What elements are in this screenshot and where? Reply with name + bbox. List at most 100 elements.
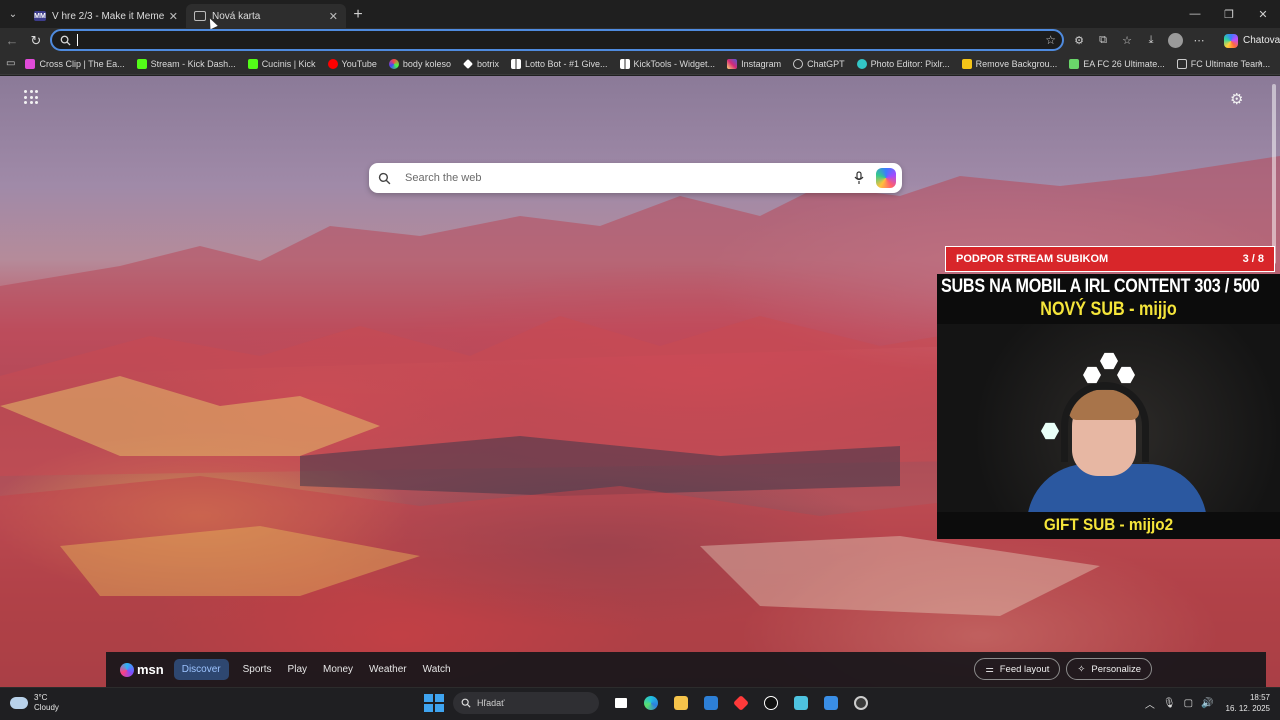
tab-discover[interactable]: Discover — [173, 659, 229, 680]
close-icon[interactable]: ✕ — [329, 10, 338, 23]
back-icon[interactable]: ← — [0, 29, 24, 53]
bookmark-label: Cucinis | Kick — [261, 58, 316, 69]
tab-money[interactable]: Money — [323, 664, 353, 675]
tab-make-it-meme[interactable]: MM V hre 2/3 - Make it Meme ✕ — [26, 4, 186, 28]
bookmark-item[interactable]: Stream - Kick Dash... — [136, 58, 236, 69]
browser-toolbar: ← ↻ ☆ ⚙ ⧉ ☆ ⤓ ⋯ Chatovať — [0, 28, 1280, 53]
new-tab-button[interactable]: + — [346, 3, 370, 27]
task-view-icon[interactable] — [609, 691, 633, 715]
file-explorer-icon[interactable] — [669, 691, 693, 715]
extensions-icon[interactable]: ⚙ — [1068, 30, 1090, 52]
network-icon[interactable]: ▢ — [1184, 698, 1193, 709]
stream-overlay: PODPOR STREAM SUBIKOM 3 / 8 SUBS NA MOBI… — [937, 246, 1280, 539]
headset-icon — [1061, 382, 1149, 462]
bookmark-item[interactable]: ChatGPT — [793, 58, 845, 69]
bookmark-item[interactable]: Photo Editor: Pixlr... — [856, 58, 950, 69]
chevron-right-icon[interactable]: › — [1258, 57, 1262, 69]
obs-icon[interactable] — [849, 691, 873, 715]
windows-start-icon[interactable] — [423, 693, 444, 713]
tab-watch[interactable]: Watch — [423, 664, 451, 675]
split-screen-icon[interactable]: ⧉ — [1092, 30, 1114, 52]
tab-play[interactable]: Play — [288, 664, 307, 675]
scrollbar-thumb[interactable] — [1272, 84, 1276, 264]
sidebar-toggle-icon[interactable]: ▭ — [6, 58, 15, 69]
chevron-up-icon[interactable]: ︿ — [1145, 696, 1155, 711]
bookmark-label: YouTube — [341, 58, 377, 69]
msn-logo[interactable]: msn — [120, 662, 164, 677]
refresh-icon[interactable]: ↻ — [24, 29, 48, 53]
search-input[interactable]: Search the web — [399, 172, 848, 184]
weather-widget[interactable]: 3°C Cloudy — [10, 693, 59, 713]
notepad-icon[interactable] — [789, 691, 813, 715]
volume-icon[interactable]: 🔊 — [1201, 698, 1213, 709]
tab-strip: ⌄ MM V hre 2/3 - Make it Meme ✕ Nová kar… — [0, 0, 1280, 28]
bookmark-label: Photo Editor: Pixlr... — [870, 58, 950, 69]
favorites-icon[interactable]: ☆ — [1116, 30, 1138, 52]
bookmark-item[interactable]: body koleso — [388, 58, 451, 69]
tab-actions-icon[interactable]: ⌄ — [0, 0, 26, 28]
bookmark-item[interactable]: botrix — [463, 59, 499, 69]
favorite-star-icon[interactable]: ☆ — [1045, 33, 1056, 47]
sub-goal-banner: PODPOR STREAM SUBIKOM 3 / 8 — [945, 246, 1275, 272]
taskbar-search-placeholder: Hľadať — [477, 698, 505, 708]
feed-layout-label: Feed layout — [999, 663, 1050, 675]
avatar — [1167, 33, 1183, 48]
close-icon[interactable]: ✕ — [169, 10, 178, 23]
weather-desc: Cloudy — [34, 703, 59, 712]
app-launcher-icon[interactable] — [24, 90, 38, 104]
personalize-button[interactable]: ✧ Personalize — [1066, 658, 1152, 680]
ea-fc-icon — [1069, 58, 1080, 69]
tiktok-icon[interactable] — [759, 691, 783, 715]
bookmark-label: botrix — [476, 58, 499, 69]
more-menu-icon[interactable]: ⋯ — [1188, 30, 1210, 52]
msn-logo-text: msn — [137, 662, 164, 677]
microphone-icon[interactable]: 🎙 — [1163, 698, 1176, 709]
instagram-icon — [727, 58, 738, 69]
bookmark-item[interactable]: YouTube — [327, 58, 377, 69]
restore-icon[interactable]: ❐ — [1212, 0, 1246, 28]
windows-taskbar: 3°C Cloudy Hľadať ︿ 🎙 ▢ 🔊 18:57 16. 12. … — [0, 687, 1280, 720]
bookmark-item[interactable]: Instagram — [727, 58, 781, 69]
page-icon — [1176, 58, 1187, 69]
microphone-icon[interactable] — [848, 171, 870, 185]
edge-icon[interactable] — [639, 691, 663, 715]
text-caret — [77, 34, 78, 46]
clock-date: 16. 12. 2025 — [1225, 704, 1270, 713]
minimize-icon[interactable]: — — [1178, 0, 1212, 28]
sub-goal-text: SUBS NA MOBIL A IRL CONTENT 303 / 500 — [941, 276, 1260, 297]
web-search-box[interactable]: Search the web — [369, 163, 902, 193]
bookmark-item[interactable]: EA FC 26 Ultimate... — [1069, 58, 1165, 69]
bookmark-label: Cross Clip | The Ea... — [39, 58, 125, 69]
bookmark-item[interactable]: Lotto Bot - #1 Give... — [510, 58, 608, 69]
bookmark-favicon-icon — [25, 58, 36, 69]
youtube-icon — [327, 58, 338, 69]
copilot-chat-button[interactable]: Chatovať — [1218, 31, 1280, 51]
address-bar[interactable]: ☆ — [50, 29, 1064, 51]
new-tab-favicon-icon — [194, 11, 206, 21]
bookmark-label: KickTools - Widget... — [633, 58, 716, 69]
store-icon[interactable] — [699, 691, 723, 715]
bookmark-label: Remove Backgrou... — [975, 58, 1058, 69]
feed-layout-button[interactable]: ⚌ Feed layout — [974, 658, 1061, 680]
webcam-feed — [937, 324, 1280, 512]
cloud-icon — [10, 697, 28, 709]
bookmark-item[interactable]: Cucinis | Kick — [247, 58, 316, 69]
bookmark-item[interactable]: Remove Backgrou... — [961, 58, 1058, 69]
downloads-icon[interactable]: ⤓ — [1140, 30, 1162, 52]
photos-icon[interactable] — [819, 691, 843, 715]
search-icon — [369, 172, 399, 185]
profile-avatar[interactable] — [1164, 30, 1186, 52]
tab-weather[interactable]: Weather — [369, 664, 407, 675]
bookmark-item[interactable]: FC Ultimate Team... — [1176, 58, 1270, 69]
close-window-icon[interactable]: ✕ — [1246, 0, 1280, 28]
app-diamond-icon[interactable] — [729, 691, 753, 715]
bookmark-item[interactable]: Cross Clip | The Ea... — [25, 58, 125, 69]
gear-icon[interactable]: ⚙ — [1230, 90, 1243, 108]
taskbar-search[interactable]: Hľadať — [453, 692, 599, 714]
remove-bg-icon — [961, 58, 972, 69]
bookmark-item[interactable]: KickTools - Widget... — [619, 58, 716, 69]
clock[interactable]: 18:57 16. 12. 2025 — [1226, 692, 1270, 714]
copilot-icon[interactable] — [870, 168, 902, 188]
tab-sports[interactable]: Sports — [243, 664, 272, 675]
sparkle-icon: ✧ — [1077, 663, 1086, 675]
